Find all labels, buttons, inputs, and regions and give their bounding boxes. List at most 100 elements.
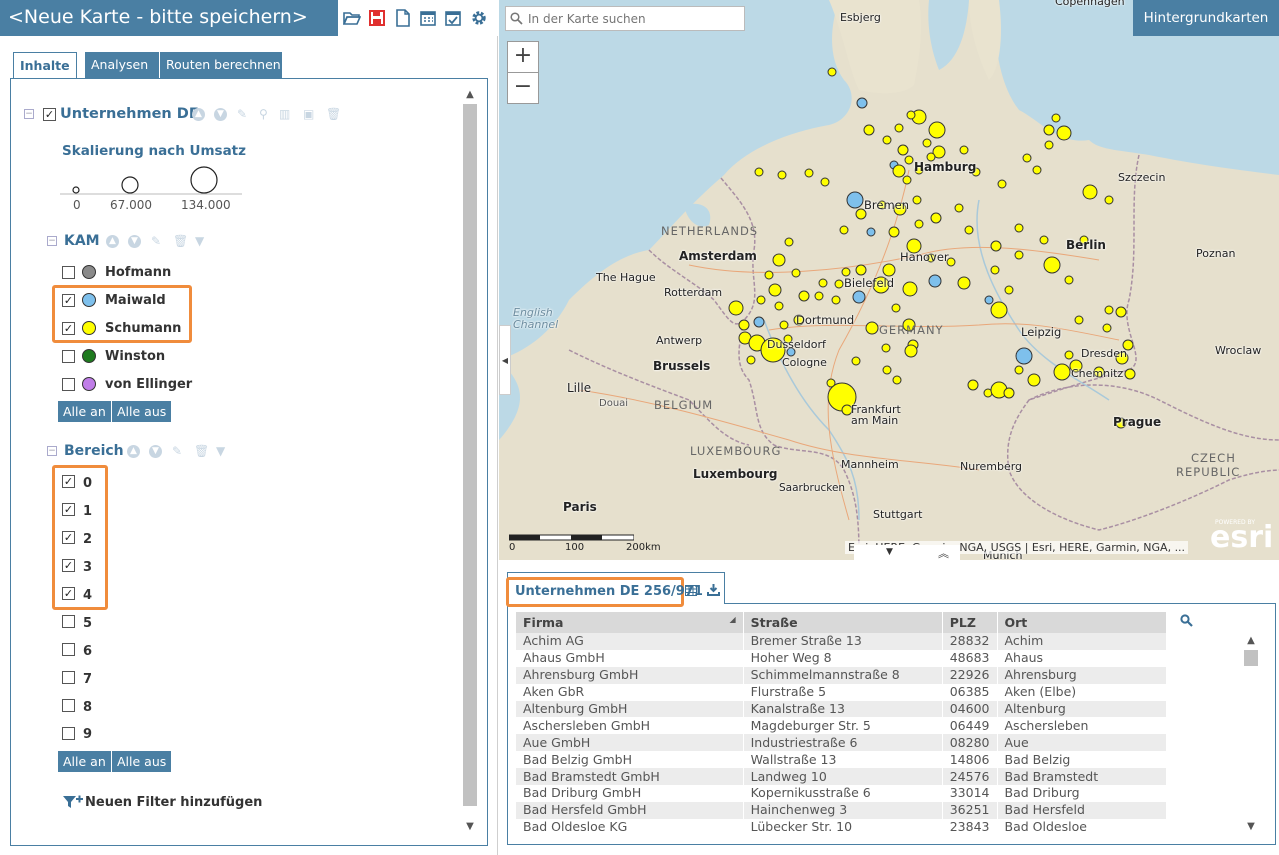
scroll-up-icon[interactable]: ▲: [463, 88, 477, 102]
collapse-kam-icon[interactable]: −: [47, 236, 57, 246]
kam-checkbox-schumann[interactable]: ✓: [62, 322, 75, 335]
table-row[interactable]: Bad Driburg GmbH Kopernikusstraße 6 33014 B…: [516, 785, 1167, 802]
new-file-icon[interactable]: [394, 9, 412, 27]
folder-open-icon[interactable]: [343, 9, 361, 27]
bereich-checkbox-3[interactable]: ✓: [62, 559, 75, 572]
table-row[interactable]: Ahaus GmbH Hoher Weg 8 48683 Ahaus: [516, 649, 1167, 667]
zoom-in-button[interactable]: +: [507, 41, 539, 73]
tab-inhalte[interactable]: Inhalte: [13, 52, 77, 79]
collapse-panel-handle[interactable]: ◀: [499, 325, 511, 395]
table-search-icon[interactable]: [1180, 614, 1193, 627]
gear-icon[interactable]: [470, 9, 488, 27]
add-filter-link[interactable]: Neuen Filter hinzufügen: [85, 795, 262, 810]
save-icon[interactable]: [368, 9, 386, 27]
cell-plz: 06449: [942, 717, 998, 735]
table-scroll-up-icon[interactable]: ▲: [1244, 634, 1258, 648]
kam-all-off-button[interactable]: Alle aus: [112, 401, 172, 422]
scroll-down-icon[interactable]: ▼: [463, 820, 477, 834]
table-grid-icon[interactable]: [685, 585, 697, 596]
column-header-strasse[interactable]: Straße: [743, 612, 943, 633]
cell-ort: Bad Driburg: [997, 785, 1167, 802]
kam-checkbox-von-ellinger[interactable]: [62, 378, 75, 391]
column-header-firma-label: Firma: [523, 615, 564, 630]
table-row[interactable]: Aue GmbH Industriestraße 6 08280 Aue: [516, 734, 1167, 752]
bereich-checkbox-2[interactable]: ✓: [62, 531, 75, 544]
kam-checkbox-maiwald[interactable]: ✓: [62, 294, 75, 307]
bereich-move-down-icon[interactable]: ▼: [149, 445, 162, 458]
expand-table-icon[interactable]: ︽: [938, 545, 949, 561]
move-down-icon[interactable]: ▼: [214, 108, 227, 121]
location-pin-icon[interactable]: ⚲: [259, 108, 271, 120]
background-maps-button[interactable]: Hintergrundkarten: [1133, 0, 1279, 36]
bereich-filter-icon[interactable]: ▼: [216, 445, 228, 457]
table-scrollbar-thumb[interactable]: [1244, 650, 1258, 666]
table-row[interactable]: Aken GbR Flurstraße 5 06385 Aken (Elbe): [516, 683, 1167, 701]
scrollbar-thumb[interactable]: [463, 104, 477, 806]
layer-visibility-checkbox[interactable]: ✓: [43, 108, 56, 121]
calendar-check-icon[interactable]: [444, 9, 462, 27]
map-view[interactable]: Esbjerg Copenhagen Hamburg Bremen Szczec…: [499, 0, 1279, 560]
cell-plz: 08280: [942, 734, 998, 752]
bereich-all-off-button[interactable]: Alle aus: [112, 751, 172, 772]
bereich-checkbox-6[interactable]: [62, 643, 75, 656]
bereich-label-6: 6: [83, 644, 93, 659]
table-scroll-down-icon[interactable]: ▼: [1244, 820, 1258, 834]
column-header-plz[interactable]: PLZ: [942, 612, 998, 633]
bereich-checkbox-4[interactable]: ✓: [62, 587, 75, 600]
delete-icon[interactable]: 🗑: [326, 108, 341, 120]
kam-all-on-button[interactable]: Alle an: [58, 401, 111, 422]
country-label-luxembourg: LUXEMBOURG: [690, 444, 782, 458]
kam-checkbox-hofmann[interactable]: [62, 266, 75, 279]
add-filter-icon[interactable]: [62, 794, 84, 810]
map-search-input[interactable]: [526, 10, 741, 28]
kam-checkbox-winston[interactable]: [62, 350, 75, 363]
edit-icon[interactable]: ✎: [237, 108, 249, 120]
cell-firma: Aue GmbH: [516, 734, 744, 752]
collapse-bereich-icon[interactable]: −: [47, 446, 57, 456]
column-header-firma[interactable]: Firma ◢: [516, 612, 744, 633]
bereich-checkbox-1[interactable]: ✓: [62, 503, 75, 516]
table-row[interactable]: Bad Oldesloe KG Lübecker Str. 10 23843 Bad …: [516, 818, 1167, 836]
kam-edit-icon[interactable]: ✎: [151, 235, 163, 247]
kam-color-maiwald: [82, 293, 96, 307]
bereich-all-on-button[interactable]: Alle an: [58, 751, 111, 772]
calendar-icon[interactable]: [419, 9, 437, 27]
bereich-checkbox-7[interactable]: [62, 671, 75, 684]
bereich-checkbox-8[interactable]: [62, 699, 75, 712]
kam-filter-icon[interactable]: ▼: [195, 235, 207, 247]
column-header-ort[interactable]: Ort: [997, 612, 1167, 633]
table-row[interactable]: Aschersleben GmbH Magdeburger Str. 5 06449…: [516, 717, 1167, 735]
table-row[interactable]: Ahrensburg GmbH Schimmelmannstraße 8 22926…: [516, 666, 1167, 684]
cell-firma: Aschersleben GmbH: [516, 717, 744, 735]
map-search-box[interactable]: [505, 6, 745, 31]
image-icon[interactable]: ▣: [303, 108, 315, 120]
bereich-delete-icon[interactable]: 🗑: [194, 445, 209, 457]
sort-icon[interactable]: ◢: [729, 615, 735, 624]
zoom-out-button[interactable]: −: [507, 72, 539, 104]
bereich-move-up-icon[interactable]: ▲: [127, 445, 140, 458]
collapse-layer-icon[interactable]: −: [24, 109, 34, 119]
kam-delete-icon[interactable]: 🗑: [173, 235, 188, 247]
bereich-checkbox-0[interactable]: ✓: [62, 475, 75, 488]
bereich-edit-icon[interactable]: ✎: [172, 445, 184, 457]
move-up-icon[interactable]: ▲: [192, 108, 205, 121]
city-label-wroclaw: Wroclaw: [1215, 344, 1262, 357]
bereich-checkbox-9[interactable]: [62, 727, 75, 740]
kam-move-down-icon[interactable]: ▼: [128, 235, 141, 248]
table-row[interactable]: Altenburg GmbH Kanalstraße 13 04600 Altenbu…: [516, 700, 1167, 718]
scale-label-134000: 134.000: [181, 198, 231, 212]
table-row[interactable]: Bad Hersfeld GmbH Hainchenweg 3 36251 Bad H…: [516, 801, 1167, 819]
kam-move-up-icon[interactable]: ▲: [106, 235, 119, 248]
table-view-icon[interactable]: ▥: [279, 108, 291, 120]
tab-routen-berechnen[interactable]: Routen berechnen: [160, 52, 282, 78]
download-icon[interactable]: [707, 583, 720, 596]
bereich-checkbox-5[interactable]: [62, 615, 75, 628]
tab-analysen[interactable]: Analysen: [85, 52, 159, 78]
city-label-amsterdam: Amsterdam: [679, 249, 757, 263]
table-row[interactable]: Bad Bramstedt GmbH Landweg 10 24576 Bad Bra…: [516, 768, 1167, 786]
table-row[interactable]: Achim AG Bremer Straße 13 28832 Achim: [516, 633, 1167, 650]
city-label-berlin: Berlin: [1066, 238, 1106, 252]
table-row[interactable]: Bad Belzig GmbH Wallstraße 13 14806 Bad Bel…: [516, 751, 1167, 769]
table-tab-label[interactable]: Unternehmen DE 256/971: [515, 584, 703, 599]
collapse-table-icon[interactable]: ▼: [886, 547, 893, 557]
